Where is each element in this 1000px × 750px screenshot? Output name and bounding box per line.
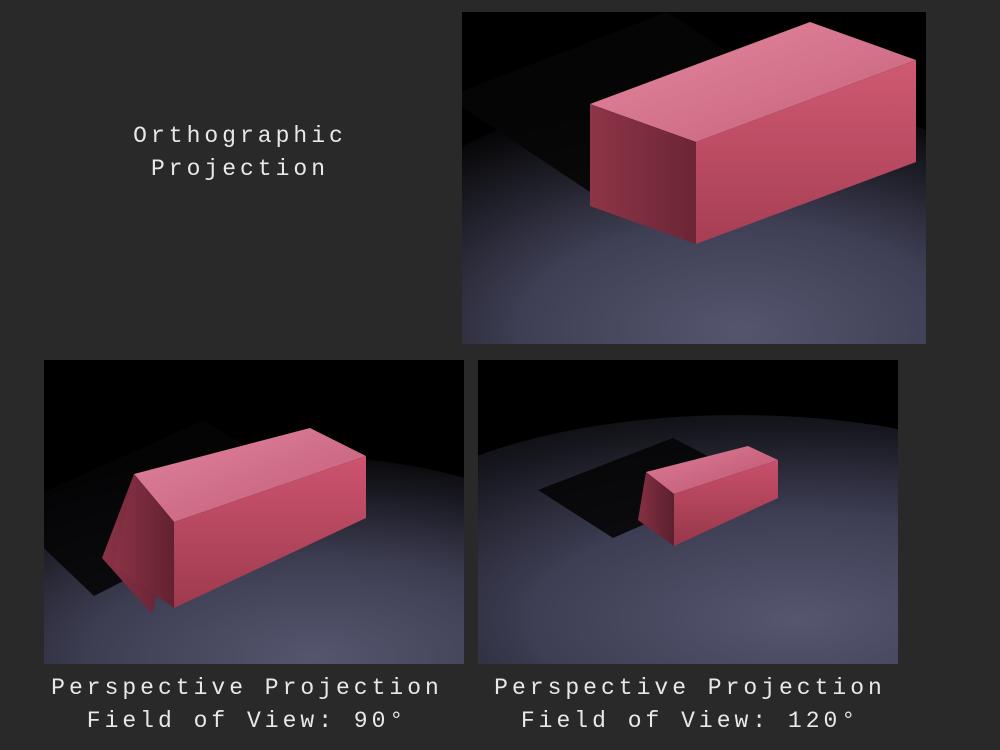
orthographic-label: Orthographic Projection xyxy=(60,120,420,187)
perspective-90-render xyxy=(44,360,464,664)
perspective-90-label: Perspective Projection Field of View: 90… xyxy=(37,672,457,739)
projection-comparison-figure: Orthographic Projection Perspective Proj… xyxy=(0,0,1000,750)
orthographic-render xyxy=(462,12,926,344)
perspective-120-label: Perspective Projection Field of View: 12… xyxy=(480,672,900,739)
perspective-120-render-svg xyxy=(478,360,898,664)
perspective-120-render xyxy=(478,360,898,664)
orthographic-render-svg xyxy=(462,12,926,344)
perspective-90-render-svg xyxy=(44,360,464,664)
